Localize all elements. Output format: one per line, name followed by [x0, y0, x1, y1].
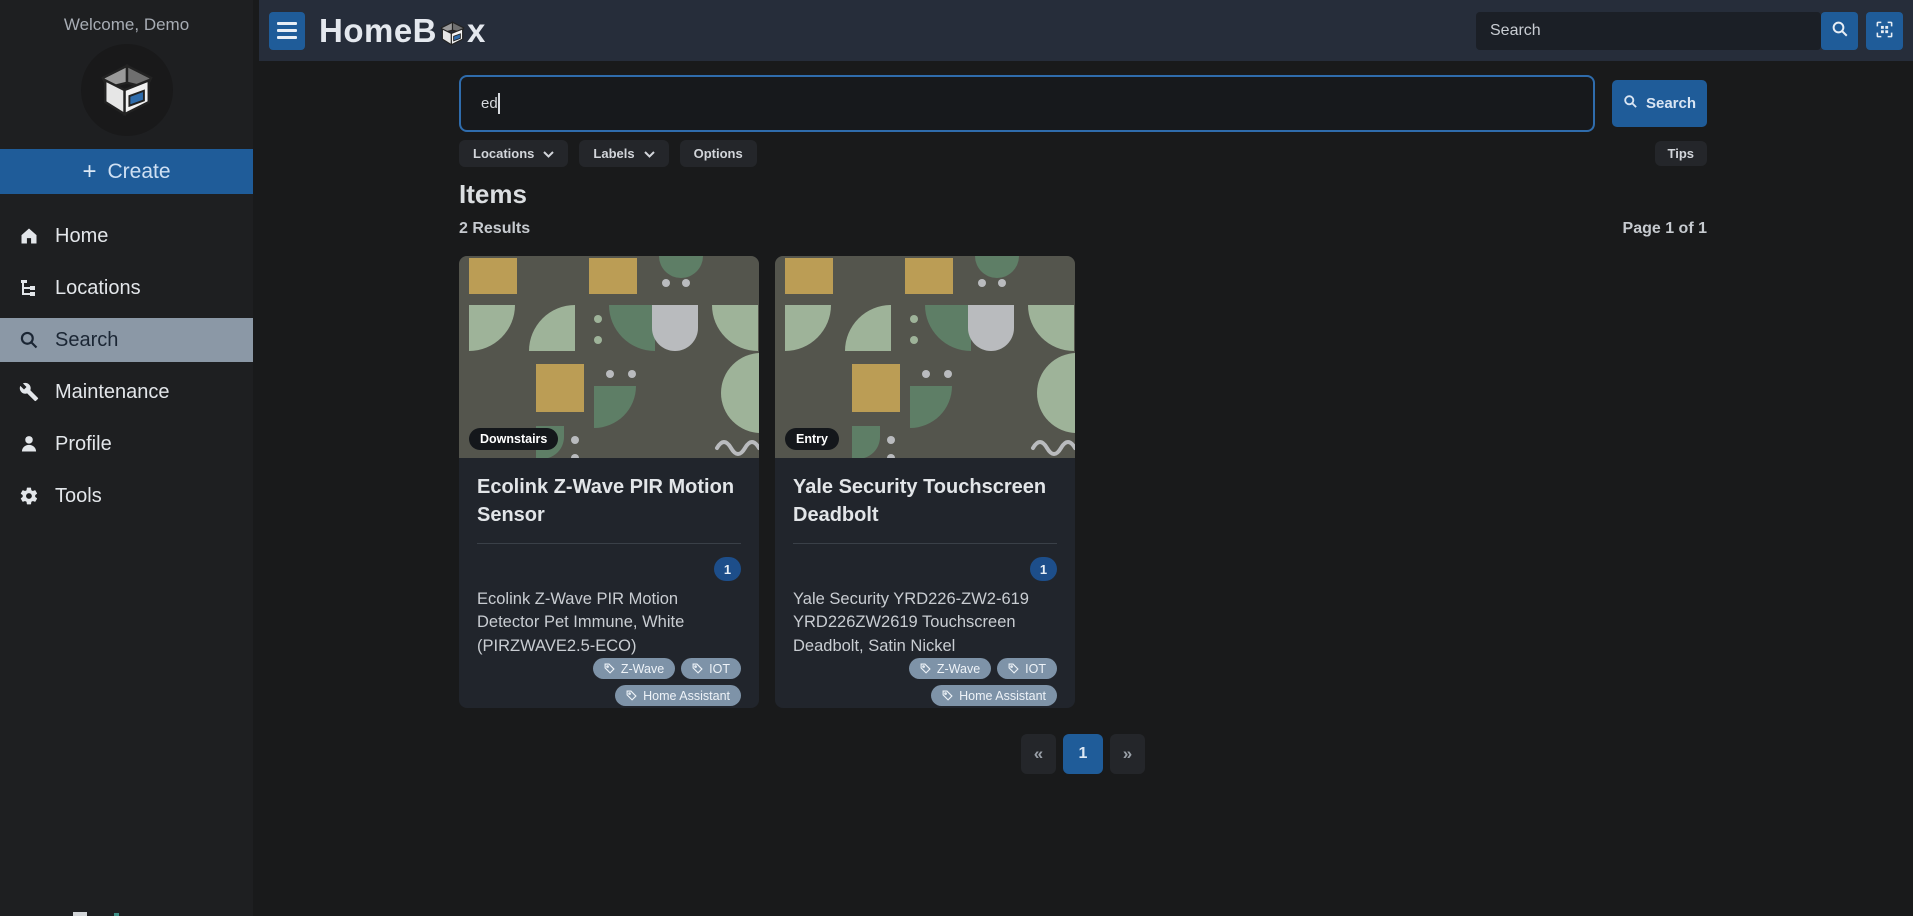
item-thumbnail: Downstairs: [459, 256, 759, 458]
sidebar-item-profile[interactable]: Profile: [0, 422, 253, 466]
divider: [477, 543, 741, 544]
chevron-down-icon: [543, 146, 555, 161]
label-pill[interactable]: Z-Wave: [908, 658, 992, 680]
tag-icon: [920, 663, 931, 674]
quantity-badge: 1: [714, 557, 741, 581]
footer-clipped-text: [73, 912, 87, 916]
label-pill[interactable]: IOT: [681, 658, 741, 680]
chevron-down-icon: [643, 146, 655, 161]
person-icon: [18, 433, 40, 455]
search-icon: [1831, 20, 1849, 41]
sidebar-item-label: Tools: [55, 484, 102, 507]
app-title: HomeB x: [319, 12, 486, 50]
label-list: Z-Wave IOT Home Assistant: [823, 658, 1057, 707]
item-title: Yale Security Touchscreen Deadbolt: [793, 476, 1047, 526]
content-area: Search Locations Labels Options: [253, 61, 1913, 916]
label-pill[interactable]: IOT: [997, 658, 1057, 680]
tag-icon: [626, 690, 637, 701]
search-icon: [18, 329, 40, 351]
homebox-logo: [80, 44, 173, 136]
pagination-next-button[interactable]: »: [1110, 734, 1145, 774]
create-button[interactable]: + Create: [0, 149, 253, 194]
sidebar-item-label: Home: [55, 224, 109, 247]
divider: [793, 543, 1057, 544]
tag-icon: [942, 690, 953, 701]
label-pill[interactable]: Home Assistant: [615, 685, 741, 707]
location-badge[interactable]: Entry: [785, 428, 839, 450]
box-icon: [101, 64, 152, 116]
search-icon: [1623, 94, 1638, 113]
options-filter-button[interactable]: Options: [679, 140, 757, 167]
item-thumbnail: Entry: [775, 256, 1075, 458]
item-title: Ecolink Z-Wave PIR Motion Sensor: [477, 476, 735, 526]
hamburger-menu-button[interactable]: [269, 11, 305, 50]
qr-scan-icon: [1875, 20, 1894, 42]
labels-filter-label: Labels: [593, 146, 635, 161]
pagination: « 1 »: [459, 734, 1707, 774]
item-card-ecolink[interactable]: Downstairs Ecolink Z-Wave PIR Motion Sen…: [459, 256, 759, 708]
sidebar-item-label: Profile: [55, 432, 112, 455]
gear-icon: [18, 485, 40, 507]
results-count: 2 Results: [459, 220, 531, 237]
tag-icon: [692, 663, 703, 674]
tips-button[interactable]: Tips: [1654, 141, 1707, 166]
sidebar: Welcome, Demo + Create Home Locations Se…: [0, 0, 253, 916]
quantity-badge: 1: [1030, 557, 1057, 581]
results-grid: Downstairs Ecolink Z-Wave PIR Motion Sen…: [459, 256, 1707, 708]
item-card-yale[interactable]: Entry Yale Security Touchscreen Deadbolt…: [775, 256, 1075, 708]
item-description: Yale Security YRD226-ZW2-619 YRD226ZW261…: [793, 590, 1029, 655]
label-list: Z-Wave IOT Home Assistant: [507, 658, 741, 707]
pagination-page-1[interactable]: 1: [1063, 734, 1103, 774]
search-submit-label: Search: [1645, 95, 1697, 112]
page-title: Items: [459, 179, 527, 209]
navbar-search-button[interactable]: [1821, 11, 1858, 50]
sidebar-item-label: Locations: [55, 276, 141, 299]
tag-icon: [604, 663, 615, 674]
tag-icon: [1008, 663, 1019, 674]
app-title-post: x: [467, 11, 486, 49]
locations-filter-label: Locations: [473, 146, 535, 161]
sidebar-item-search[interactable]: Search: [0, 318, 253, 362]
wrench-icon: [18, 381, 40, 403]
home-icon: [18, 225, 40, 247]
main-search-input[interactable]: [459, 75, 1595, 132]
navbar-search-input[interactable]: [1476, 11, 1821, 50]
plus-icon: +: [82, 157, 97, 185]
sidebar-nav: Home Locations Search Maintenance Profil…: [0, 214, 253, 518]
app-title-pre: HomeB: [319, 11, 438, 49]
navbar-scan-button[interactable]: [1866, 11, 1903, 50]
create-button-label: Create: [107, 159, 171, 183]
top-navbar: HomeB x: [259, 0, 1913, 61]
sidebar-item-label: Maintenance: [55, 380, 170, 403]
box-icon: [439, 20, 466, 47]
sidebar-item-locations[interactable]: Locations: [0, 266, 253, 310]
welcome-text: Welcome, Demo: [63, 15, 190, 34]
options-filter-label: Options: [693, 146, 743, 161]
labels-filter-button[interactable]: Labels: [579, 140, 669, 167]
locations-filter-button[interactable]: Locations: [459, 140, 569, 167]
search-submit-button[interactable]: Search: [1612, 80, 1707, 127]
label-pill[interactable]: Z-Wave: [592, 658, 676, 680]
page-indicator: Page 1 of 1: [1622, 220, 1707, 237]
sidebar-item-home[interactable]: Home: [0, 214, 253, 258]
pagination-prev-button[interactable]: «: [1021, 734, 1056, 774]
item-description: Ecolink Z-Wave PIR Motion Detector Pet I…: [477, 590, 685, 655]
sidebar-item-tools[interactable]: Tools: [0, 474, 253, 518]
tree-icon: [18, 277, 40, 299]
text-caret: [498, 93, 500, 114]
label-pill[interactable]: Home Assistant: [931, 685, 1057, 707]
sidebar-item-maintenance[interactable]: Maintenance: [0, 370, 253, 414]
sidebar-item-label: Search: [55, 328, 119, 351]
location-badge[interactable]: Downstairs: [469, 428, 559, 450]
